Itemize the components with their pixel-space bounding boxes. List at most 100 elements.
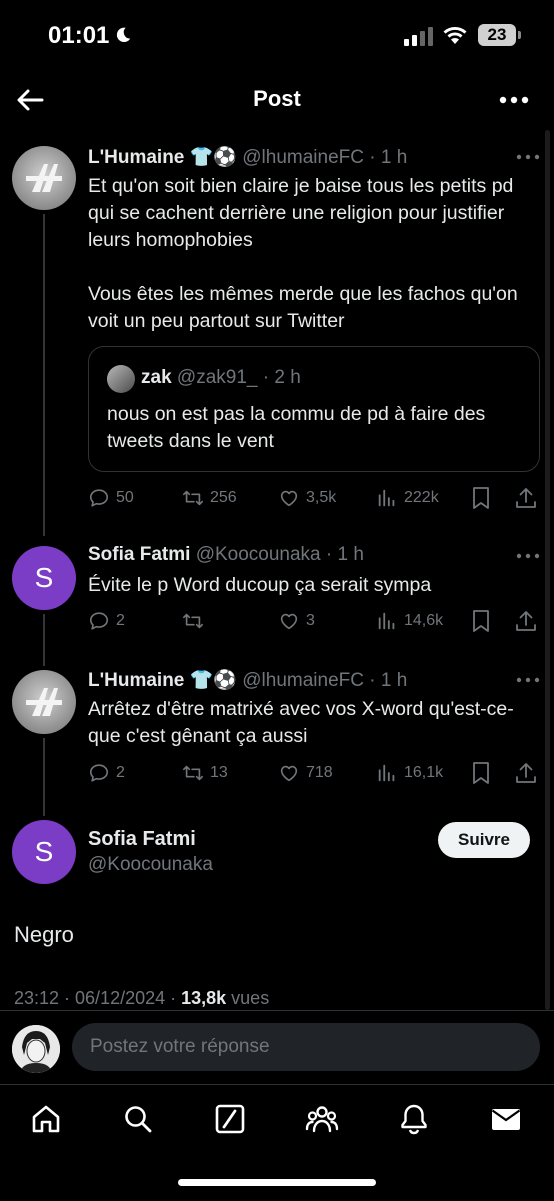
views-button[interactable]: 16,1k [376,758,443,788]
views-icon [378,764,395,782]
bottom-tab-bar [0,1084,554,1201]
avatar[interactable] [12,146,76,210]
author-name[interactable]: L'Humaine [88,147,184,168]
author-handle[interactable]: @Koocounaka [196,544,321,565]
grok-icon [215,1104,245,1134]
user-avatar[interactable] [12,1025,60,1073]
page-title: Post [253,86,301,111]
views-icon [378,489,395,507]
reply-icon [89,764,109,782]
author-name[interactable]: L'Humaine [88,670,184,691]
thread-line [43,738,45,816]
heart-icon [280,765,298,782]
tweet-more-icon[interactable] [516,152,540,162]
search-icon [125,1106,152,1133]
avatar[interactable] [12,670,76,734]
repost-button[interactable]: 256 [182,483,237,513]
views-icon [378,612,395,630]
heart-icon [280,613,298,630]
reply-count: 2 [116,612,125,629]
avatar[interactable]: S [12,546,76,610]
heart-icon [280,490,298,507]
tab-grok[interactable] [210,1099,250,1139]
like-button[interactable]: 718 [278,758,333,788]
reply-input[interactable] [72,1023,540,1071]
tweet-header: Sofia Fatmi @Koocounaka · 1 h [88,544,364,566]
scrollbar[interactable] [545,130,550,1010]
repost-button[interactable] [182,606,210,636]
follow-button[interactable]: Suivre [438,822,530,858]
tweet-more-icon[interactable] [516,551,540,561]
tab-notifications[interactable] [394,1099,434,1139]
tweet-text: Arrêtez d'être matrixé avec vos X-word q… [88,698,514,747]
reply-icon [89,612,109,630]
reply-count: 50 [116,489,134,506]
like-count: 3,5k [306,489,337,506]
tab-search[interactable] [118,1099,158,1139]
lhumaine-logo-icon [26,688,62,716]
lhumaine-logo-icon [26,164,62,192]
post-time: · 1 h [363,147,408,168]
reply-button[interactable]: 2 [88,758,125,788]
reply-bar [0,1010,554,1085]
tweet-text: Évite le p Word ducoup ça serait sympa [88,574,432,596]
author-handle[interactable]: @lhumaineFC [242,147,364,168]
share-icon[interactable] [514,761,538,785]
post-meta: 23:12 · 06/12/2024 · 13,8k vues [14,988,269,1009]
signal-icon [404,27,433,46]
main-author-handle[interactable]: @Koocounaka [88,854,213,876]
quote-time: · 2 h [257,367,301,388]
quote-author-name: zak [141,367,172,388]
quote-text: nous on est pas la commu de pd à faire d… [107,403,486,452]
reply-button[interactable]: 50 [88,483,134,513]
quoted-tweet[interactable]: zak @zak91_ · 2 h nous on est pas la com… [88,346,540,472]
tweet-actions: 2 3 14,6k [88,606,544,636]
like-count: 718 [306,764,333,781]
nav-header: Post [0,72,554,128]
tweet-header: L'Humaine 👕⚽ @lhumaineFC · 1 h [88,145,407,169]
more-options-icon[interactable] [496,84,532,116]
home-icon [32,1105,60,1133]
views-count: 222k [404,489,439,506]
author-emoji: 👕⚽ [184,147,237,168]
tab-home[interactable] [26,1099,66,1139]
bookmark-icon[interactable] [470,761,492,785]
like-button[interactable]: 3,5k [278,483,336,513]
main-avatar[interactable]: S [12,820,76,884]
tweet-more-icon[interactable] [516,675,540,685]
repost-icon [183,613,203,629]
reply-button[interactable]: 2 [88,606,125,636]
author-handle[interactable]: @lhumaineFC [242,670,364,691]
views-total: 13,8k [181,988,227,1008]
author-emoji: 👕⚽ [184,670,237,691]
like-button[interactable]: 3 [278,606,315,636]
tab-messages[interactable] [486,1099,526,1139]
tab-communities[interactable] [302,1099,342,1139]
repost-button[interactable]: 13 [182,758,228,788]
views-label: vues [226,988,270,1008]
battery-indicator: 23 [478,24,521,46]
tweet-actions: 2 13 718 16,1k [88,758,544,788]
views-button[interactable]: 222k [376,483,439,513]
share-icon[interactable] [514,609,538,633]
thread-line [43,214,45,536]
share-icon[interactable] [514,486,538,510]
moon-icon [116,27,131,43]
quote-avatar [107,365,135,393]
repost-icon [183,765,203,781]
main-author-name[interactable]: Sofia Fatmi [88,828,196,851]
quote-author-handle: @zak91_ [176,367,258,388]
bookmark-icon[interactable] [470,486,492,510]
notifications-icon [401,1104,427,1135]
views-button[interactable]: 14,6k [376,606,443,636]
post-timestamp: 23:12 · 06/12/2024 · [14,988,182,1008]
thread-line [43,614,45,666]
wifi-icon [443,27,467,44]
quote-header: zak @zak91_ · 2 h [141,367,301,389]
bookmark-icon[interactable] [470,609,492,633]
status-time: 01:01 [48,22,110,49]
user-avatar-image [12,1025,60,1073]
home-indicator[interactable] [178,1179,376,1186]
messages-icon [491,1109,521,1130]
author-name[interactable]: Sofia Fatmi [88,544,190,565]
